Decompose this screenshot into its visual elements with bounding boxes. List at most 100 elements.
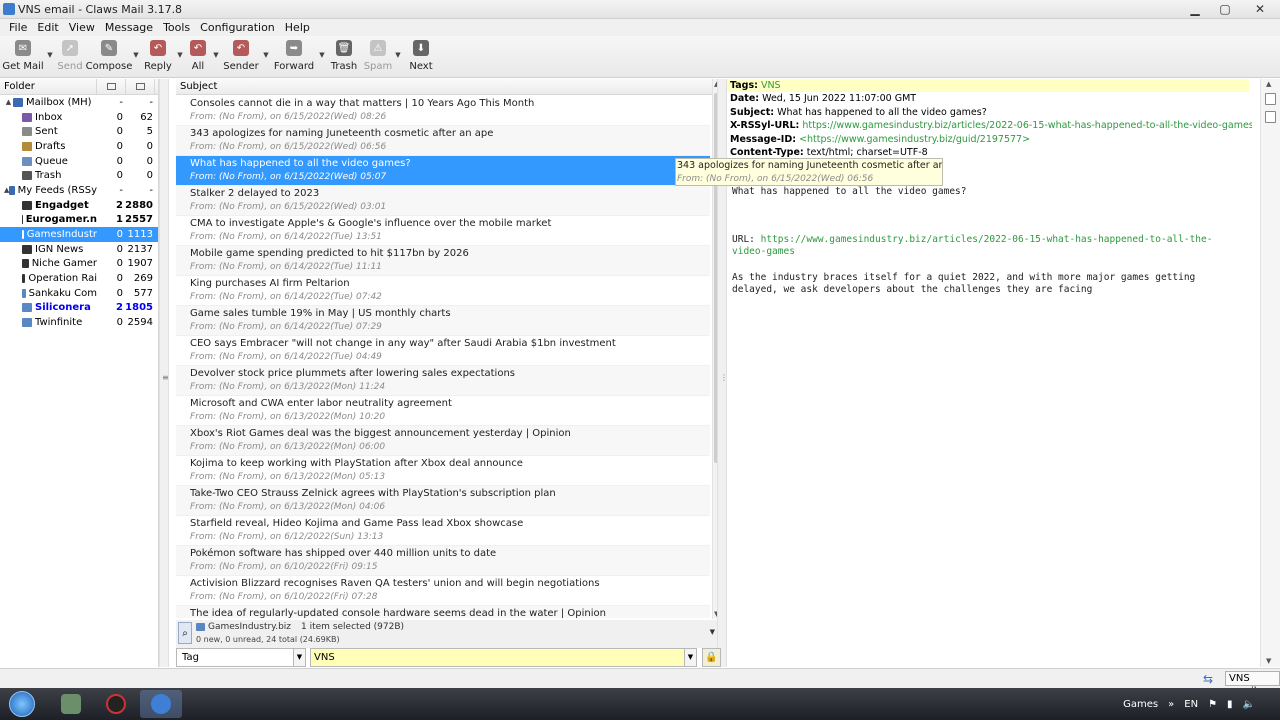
message-row[interactable]: CMA to investigate Apple's & Google's in… — [176, 216, 710, 246]
scroll-down-arrow[interactable]: ▼ — [1266, 657, 1271, 665]
close-button[interactable]: ✕ — [1240, 0, 1280, 18]
menu-help[interactable]: Help — [280, 21, 315, 34]
menu-tools[interactable]: Tools — [158, 21, 195, 34]
menu-configuration[interactable]: Configuration — [195, 21, 280, 34]
message-row[interactable]: Devolver stock price plummets after lowe… — [176, 366, 710, 396]
folder-row[interactable]: Queue 0 0 — [0, 154, 158, 169]
folder-row[interactable]: IGN News 0 2137 — [0, 242, 158, 257]
folder-unread-count: 2 — [116, 199, 123, 211]
reply-all-button[interactable]: ↶ All — [184, 36, 212, 78]
body-paragraph-1: As the industry braces itself for a quie… — [732, 272, 1196, 283]
message-row[interactable]: Xbox's Riot Games deal was the biggest a… — [176, 426, 710, 456]
subject-column-header[interactable]: Subject — [176, 79, 712, 95]
scroll-up-arrow[interactable]: ▲ — [1266, 80, 1271, 88]
tray-language[interactable]: EN — [1184, 699, 1198, 710]
maximize-button[interactable]: ▢ — [1210, 0, 1240, 18]
tray-network-icon[interactable]: ▮ — [1227, 699, 1233, 710]
start-button[interactable] — [4, 689, 40, 719]
menu-edit[interactable]: Edit — [32, 21, 63, 34]
message-row[interactable]: Starfield reveal, Hideo Kojima and Game … — [176, 516, 710, 546]
search-icon[interactable]: ⌕ — [178, 622, 192, 644]
folder-column-header[interactable]: Folder — [0, 79, 97, 94]
send-button[interactable]: ➚ Send — [54, 36, 86, 78]
message-row[interactable]: King purchases AI firm Peltarion From: (N… — [176, 276, 710, 306]
message-row[interactable]: Microsoft and CWA enter labor neutrality… — [176, 396, 710, 426]
tray-flag-icon[interactable]: ⚑ — [1208, 699, 1217, 710]
message-from: From: (No From), on 6/14/2022(Tue) 11:11 — [190, 262, 382, 272]
message-row[interactable]: Game sales tumble 19% in May | US monthl… — [176, 306, 710, 336]
search-type-select[interactable]: Tag ▼ — [176, 648, 306, 667]
message-from: From: (No From), on 6/13/2022(Mon) 05:13 — [190, 472, 386, 482]
unread-column-header[interactable] — [97, 79, 126, 94]
message-row[interactable]: The idea of regularly-updated console ha… — [176, 606, 710, 618]
folder-row[interactable]: Eurogamer.n 1 2557 — [0, 213, 158, 228]
next-button[interactable]: ⬇ Next — [402, 36, 440, 78]
rss-url-link[interactable]: https://www.gamesindustry.biz/articles/2… — [802, 120, 1252, 131]
folder-row[interactable]: GamesIndustr 0 1113 — [0, 227, 158, 242]
chevron-down-icon[interactable]: ▼ — [710, 628, 715, 636]
folder-row[interactable]: ▲ My Feeds (RSSy - - — [0, 183, 158, 198]
message-row[interactable]: Kojima to keep working with PlayStation … — [176, 456, 710, 486]
folder-status: ⌕ GamesIndustry.biz 1 item selected (972… — [176, 620, 721, 648]
message-row[interactable]: What has happened to all the video games… — [176, 156, 710, 186]
text-part-icon[interactable] — [1265, 93, 1276, 105]
folder-row[interactable]: Siliconera 2 1805 — [0, 301, 158, 316]
message-row[interactable]: Take-Two CEO Strauss Zelnick agrees with… — [176, 486, 710, 516]
reply-all-dropdown[interactable]: ▼ — [212, 36, 220, 77]
compose-button[interactable]: ✎ Compose — [86, 36, 132, 78]
get-mail-dropdown[interactable]: ▼ — [46, 36, 54, 77]
chevron-down-icon[interactable]: ▼ — [684, 649, 696, 666]
folder-row[interactable]: Engadget 2 2880 — [0, 198, 158, 213]
reply-dropdown[interactable]: ▼ — [176, 36, 184, 77]
lock-icon[interactable]: 🔒 — [702, 648, 721, 667]
folder-splitter[interactable]: ≡ — [159, 79, 169, 667]
body-url-link[interactable]: https://www.gamesindustry.biz/articles/2… — [761, 234, 1213, 245]
expander-triangle-icon[interactable]: ▲ — [4, 98, 13, 106]
folder-row[interactable]: ▲ Mailbox (MH) - - — [0, 95, 158, 110]
tray-volume-icon[interactable]: 🔈 — [1243, 699, 1255, 710]
spam-dropdown[interactable]: ▼ — [394, 36, 402, 77]
spam-button[interactable]: ⚠ Spam — [362, 36, 394, 78]
reply-button[interactable]: ↶ Reply — [140, 36, 176, 78]
menu-message[interactable]: Message — [100, 21, 158, 34]
message-row[interactable]: Mobile game spending predicted to hit $1… — [176, 246, 710, 276]
compose-dropdown[interactable]: ▼ — [132, 36, 140, 77]
folder-row[interactable]: Trash 0 0 — [0, 168, 158, 183]
taskbar-app-browser[interactable] — [140, 690, 182, 718]
forward-button[interactable]: ➥ Forward — [270, 36, 318, 78]
total-column-header[interactable] — [126, 79, 155, 94]
forward-dropdown[interactable]: ▼ — [318, 36, 326, 77]
body-url-link-continued[interactable]: video-games — [732, 246, 1252, 258]
folder-row[interactable]: Sankaku Com 0 577 — [0, 286, 158, 301]
online-status-icon[interactable]: ⇆ — [1203, 672, 1213, 686]
search-input[interactable]: VNS ▼ — [310, 648, 697, 667]
folder-row[interactable]: Niche Gamer 0 1907 — [0, 257, 158, 272]
folder-row[interactable]: Inbox 0 62 — [0, 110, 158, 125]
folder-row[interactable]: Twinfinite 0 2594 — [0, 315, 158, 330]
minimize-button[interactable]: ▁ — [1180, 0, 1210, 18]
trash-button[interactable]: 🗑 Trash — [326, 36, 362, 78]
menu-view[interactable]: View — [64, 21, 100, 34]
tray-chevron[interactable]: » — [1168, 699, 1174, 710]
reply-sender-button[interactable]: ↶ Sender — [220, 36, 262, 78]
folder-name: Eurogamer.n — [25, 214, 97, 226]
message-row[interactable]: CEO says Embracer "will not change in an… — [176, 336, 710, 366]
message-row[interactable]: Stalker 2 delayed to 2023 From: (No From)… — [176, 186, 710, 216]
message-row[interactable]: Activision Blizzard recognises Raven QA … — [176, 576, 710, 606]
message-row[interactable]: Pokémon software has shipped over 440 mi… — [176, 546, 710, 576]
message-row[interactable]: 343 apologizes for naming Juneteenth cos… — [176, 126, 710, 156]
tray-games-toolbar[interactable]: Games — [1123, 699, 1158, 710]
menu-file[interactable]: File — [4, 21, 32, 34]
folder-row[interactable]: Operation Rai 0 269 — [0, 271, 158, 286]
html-part-icon[interactable] — [1265, 111, 1276, 123]
send-icon: ➚ — [62, 40, 78, 56]
folder-row[interactable]: Drafts 0 0 — [0, 139, 158, 154]
message-row[interactable]: Consoles cannot die in a way that matter… — [176, 96, 710, 126]
account-selector[interactable]: VNS email — [1225, 671, 1280, 697]
reply-sender-dropdown[interactable]: ▼ — [262, 36, 270, 77]
taskbar-app-mail[interactable] — [50, 690, 92, 718]
message-id-link[interactable]: <https://www.gamesindustry.biz/guid/2197… — [799, 134, 1030, 145]
get-mail-button[interactable]: ✉ Get Mail — [0, 36, 46, 78]
folder-row[interactable]: Sent 0 5 — [0, 124, 158, 139]
taskbar-app-game[interactable] — [95, 690, 137, 718]
